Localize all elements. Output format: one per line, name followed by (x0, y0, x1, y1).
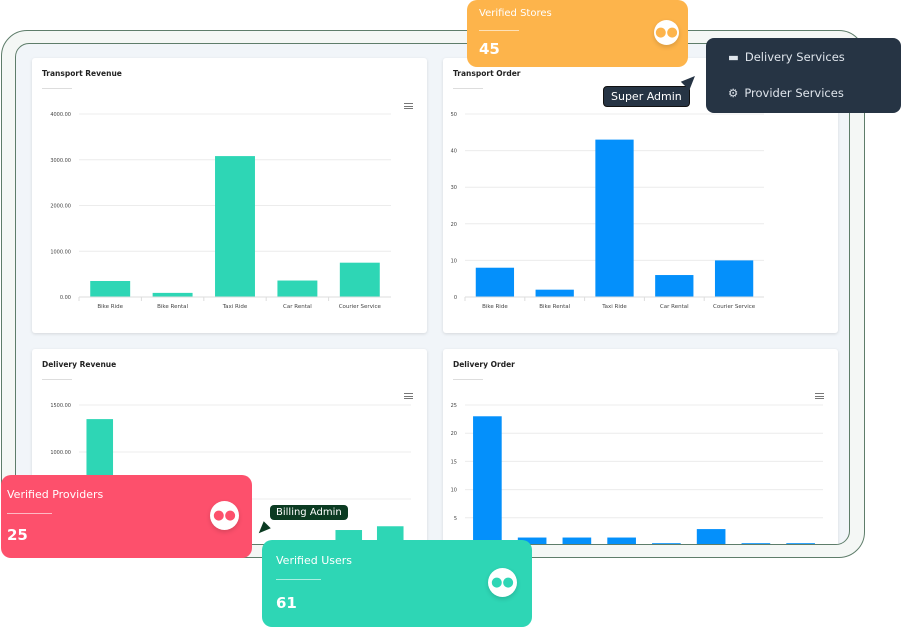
x-tick-label: Car Rental (283, 304, 312, 310)
bar (714, 260, 754, 297)
y-tick-label: 0.00 (60, 295, 71, 301)
y-tick-label: 4000.00 (50, 112, 71, 118)
bar (90, 280, 131, 297)
y-tick-label: 40 (451, 149, 457, 155)
x-tick-label: Courier Service (713, 304, 756, 310)
users-gear-icon: ⚙ (728, 86, 739, 100)
chart-svg: 0.00 1000.00 2000.00 3000.00 4000.00 Bike Rid… (50, 112, 391, 310)
x-tick-label: Bike Ride (482, 304, 508, 310)
y-tick-label: 3000.00 (50, 158, 71, 164)
bar (741, 543, 771, 544)
bar (595, 139, 634, 297)
verified-users-card[interactable]: Verified Users 61 ●● (262, 540, 532, 627)
bar (655, 275, 694, 297)
x-tick-label: Bike Rental (157, 304, 188, 310)
y-tick-label: 25 (451, 403, 457, 409)
card-value: 61 (276, 594, 297, 612)
bar (652, 543, 681, 544)
delivery-order-panel: Delivery Order 0510152025 (443, 349, 838, 544)
card-value: 25 (7, 526, 28, 544)
card-label: Verified Providers (7, 488, 104, 501)
bar (696, 529, 726, 544)
y-tick-label: 1500.00 (50, 403, 71, 409)
y-tick-label: 30 (451, 185, 457, 191)
y-tick-label: 5 (454, 516, 457, 522)
bar (607, 537, 636, 544)
users-icon: ●● (488, 568, 517, 597)
x-tick-label: Taxi Ride (222, 304, 248, 310)
y-tick-label: 20 (451, 431, 457, 437)
card-label: Verified Stores (479, 8, 552, 19)
menu-item-delivery-services[interactable]: ▬ Delivery Services (728, 50, 845, 64)
y-tick-label: 10 (451, 488, 457, 494)
menu-item-provider-services[interactable]: ⚙ Provider Services (728, 86, 844, 100)
verified-stores-card[interactable]: Verified Stores 45 ●● (467, 0, 688, 67)
x-tick-label: Courier Service (339, 304, 382, 310)
y-tick-label: 20 (451, 222, 457, 228)
y-tick-label: 0 (454, 295, 457, 301)
bar (473, 416, 502, 544)
bar (475, 267, 515, 297)
x-tick-label: Car Rental (660, 304, 689, 310)
bar (535, 289, 574, 297)
y-tick-label: 1000.00 (50, 450, 71, 456)
bar (339, 262, 380, 297)
bar (277, 280, 318, 297)
bar (215, 156, 255, 297)
card-label: Verified Users (276, 554, 352, 567)
dashboard: Transport Revenue 0.00 1000.00 2000.00 3000… (15, 43, 850, 545)
x-tick-label: Taxi Ride (601, 304, 627, 310)
y-tick-label: 1000.00 (50, 249, 71, 255)
super-admin-tag: Super Admin (603, 86, 690, 107)
card-value: 45 (479, 40, 500, 58)
users-icon: ●● (654, 20, 679, 45)
chart-svg: 0510152025 (451, 403, 823, 544)
transport-revenue-panel: Transport Revenue 0.00 1000.00 2000.00 3000… (32, 58, 427, 333)
services-dropdown: ▬ Delivery Services ⚙ Provider Services (706, 38, 901, 113)
billing-admin-tag: Billing Admin (270, 505, 348, 520)
store-icon: ▬ (728, 50, 739, 64)
x-tick-label: Bike Rental (539, 304, 570, 310)
verified-providers-card[interactable]: Verified Providers 25 ●● (1, 475, 252, 558)
x-tick-label: Bike Ride (97, 304, 123, 310)
bar (152, 292, 193, 297)
users-icon: ●● (210, 501, 239, 530)
bar (562, 537, 592, 544)
y-tick-label: 50 (451, 112, 457, 118)
bar (786, 543, 815, 544)
y-tick-label: 2000.00 (50, 204, 71, 210)
y-tick-label: 15 (451, 459, 457, 465)
y-tick-label: 10 (451, 258, 457, 264)
